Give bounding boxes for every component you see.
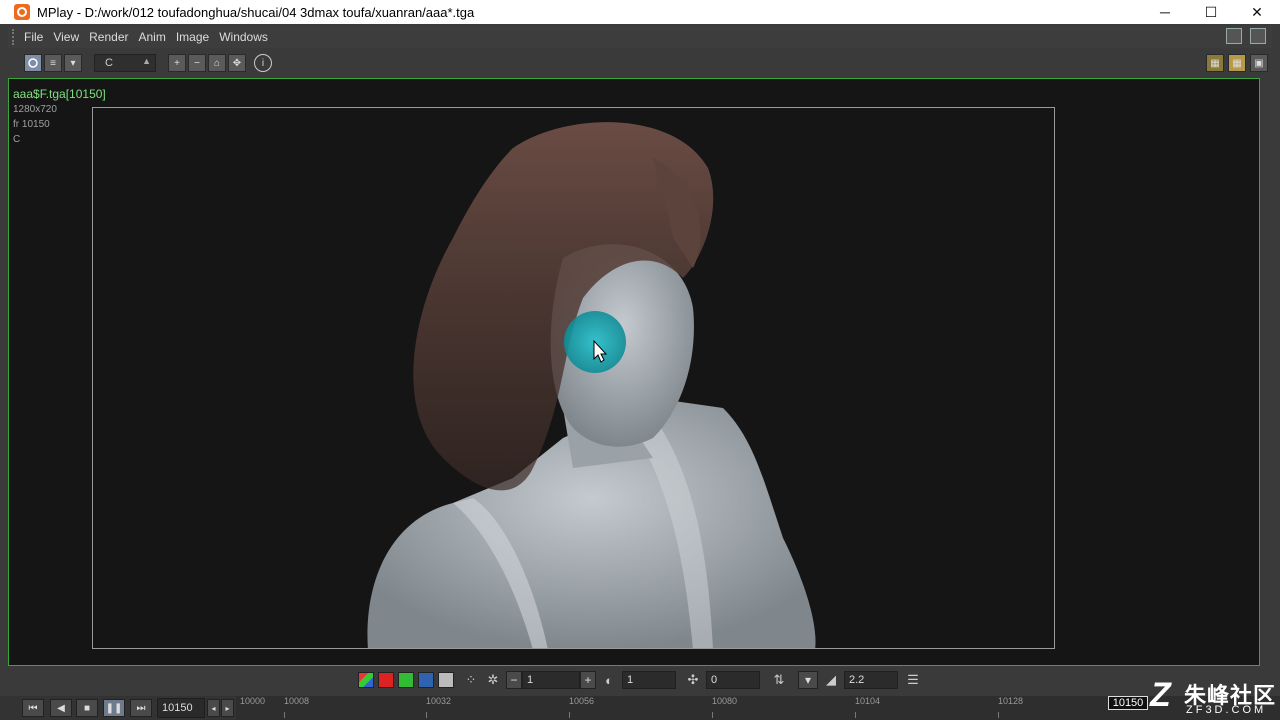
- image-filename: aaa$F.tga[10150]: [13, 87, 106, 101]
- timeline-tick: 10000: [240, 696, 266, 706]
- menu-grip-handle[interactable]: [12, 29, 18, 45]
- timeline-scrubber[interactable]: 10000 10008 10032 10056 10080 10104 1012…: [236, 696, 1280, 720]
- stop-button[interactable]: ■: [76, 699, 98, 717]
- menu-render[interactable]: Render: [89, 30, 128, 44]
- expand-pane-icon[interactable]: [1250, 28, 1266, 44]
- houdini-app-icon: [14, 4, 30, 20]
- render-frame: [92, 107, 1055, 649]
- menu-bar: File View Render Anim Image Windows: [8, 26, 1272, 48]
- timeline-tick: 10104: [855, 696, 881, 706]
- exposure-icon: ✲: [487, 672, 499, 687]
- exposure-increase-button[interactable]: +: [580, 671, 596, 689]
- layout-icon[interactable]: ≡: [44, 54, 62, 72]
- watermark-logo: Z: [1150, 676, 1171, 714]
- green-channel-swatch[interactable]: [398, 672, 414, 688]
- minimize-button[interactable]: ─: [1142, 0, 1188, 24]
- rgb-channel-swatch[interactable]: [358, 672, 374, 688]
- vertical-scrollbar[interactable]: [1262, 78, 1272, 666]
- grid-icon[interactable]: ▦: [1228, 54, 1246, 72]
- contrast-field[interactable]: 1: [622, 671, 676, 689]
- menu-file[interactable]: File: [24, 30, 43, 44]
- display-options-icon[interactable]: ▾: [64, 54, 82, 72]
- quad-view-icon[interactable]: ▣: [1250, 54, 1268, 72]
- watermark-english: ZF3D.COM: [1186, 704, 1267, 716]
- home-icon[interactable]: ⌂: [208, 54, 226, 72]
- select-arrows-icon: ▲: [142, 56, 151, 66]
- exposure-decrease-button[interactable]: −: [506, 671, 522, 689]
- image-viewport[interactable]: aaa$F.tga[10150] 1280x720 fr 10150 C: [8, 78, 1260, 666]
- lut-dropdown-icon[interactable]: ▾: [798, 671, 818, 689]
- zoom-in-icon[interactable]: +: [168, 54, 186, 72]
- exposure-field[interactable]: 1: [522, 671, 580, 689]
- display-menu-icon[interactable]: ☰: [904, 671, 922, 689]
- rendered-character-image: [367, 122, 816, 648]
- current-frame-field[interactable]: 10150: [157, 698, 205, 718]
- blue-channel-swatch[interactable]: [418, 672, 434, 688]
- timeline-tick: 10008: [284, 696, 310, 706]
- go-to-start-button[interactable]: ⏮: [22, 699, 44, 717]
- menu-anim[interactable]: Anim: [139, 30, 166, 44]
- timeline-frame-marker[interactable]: 10150: [1108, 696, 1148, 710]
- play-reverse-button[interactable]: ◀: [50, 699, 72, 717]
- zoom-out-icon[interactable]: −: [188, 54, 206, 72]
- display-controls-bar: ⁘ ✲ − 1 + ◐ 1 ✣ 0 ⇅ ▾ ◢ 2.2 ☰: [8, 668, 1272, 692]
- pan-icon[interactable]: ✥: [228, 54, 246, 72]
- gamma-field[interactable]: 2.2: [844, 671, 898, 689]
- step-forward-button[interactable]: ▸: [221, 699, 234, 717]
- float-pane-icon[interactable]: [1226, 28, 1242, 44]
- contrast-icon: ◐: [605, 672, 613, 688]
- offset-icon: ✣: [687, 672, 699, 687]
- info-icon-label: i: [261, 57, 265, 69]
- offset-field[interactable]: 0: [706, 671, 760, 689]
- menu-image[interactable]: Image: [176, 30, 209, 44]
- go-to-end-button[interactable]: ⏭: [130, 699, 152, 717]
- timeline-tick: 10056: [569, 696, 595, 706]
- viewer-toolbar: ≡ ▾ C ▲ + − ⌂ ✥ i ▦ ▦ ▣: [8, 50, 1272, 76]
- timeline-tick: 10128: [998, 696, 1024, 706]
- window-title: MPlay - D:/work/012 toufadonghua/shucai/…: [37, 4, 475, 20]
- watermark: Z 朱峰社区 ZF3D.COM: [1150, 676, 1280, 720]
- channel-select-value: C: [105, 57, 113, 69]
- timeline-tick: 10032: [426, 696, 452, 706]
- pause-button[interactable]: ❚❚: [103, 699, 125, 717]
- levels-icon: ⇅: [773, 672, 785, 687]
- close-button[interactable]: ✕: [1234, 0, 1280, 24]
- title-bar: MPlay - D:/work/012 toufadonghua/shucai/…: [0, 0, 1280, 24]
- step-back-button[interactable]: ◂: [207, 699, 220, 717]
- channel-select[interactable]: C ▲: [94, 54, 156, 72]
- menu-windows[interactable]: Windows: [219, 30, 268, 44]
- checker-icon[interactable]: ▦: [1206, 54, 1224, 72]
- timeline-tick: 10080: [712, 696, 738, 706]
- info-icon[interactable]: i: [254, 54, 272, 72]
- gamma-icon: ◢: [826, 672, 836, 687]
- red-channel-swatch[interactable]: [378, 672, 394, 688]
- alpha-channel-swatch[interactable]: [438, 672, 454, 688]
- menu-view[interactable]: View: [53, 30, 79, 44]
- view-mode-icon[interactable]: [24, 54, 42, 72]
- maximize-button[interactable]: ☐: [1188, 0, 1234, 24]
- playbar: ⏮ ◀ ■ ❚❚ ⏭ 10150 ◂ ▸ 10000 10008 10032 1…: [0, 696, 1280, 720]
- gain-icon: ⁘: [465, 672, 477, 687]
